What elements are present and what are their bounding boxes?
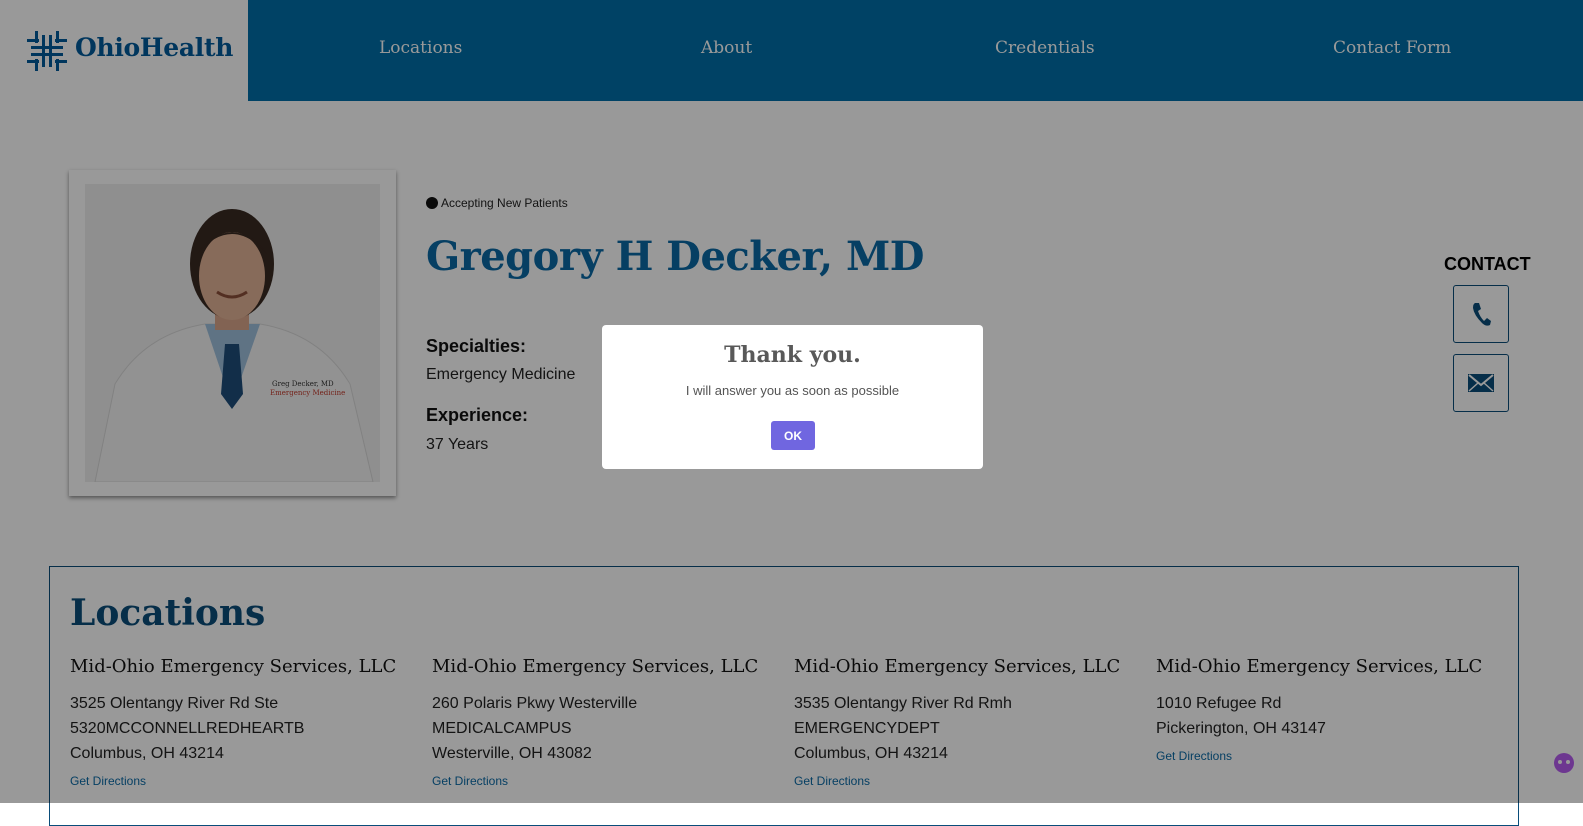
dialog-title: Thank you. [724, 342, 861, 368]
ok-button[interactable]: OK [771, 421, 815, 450]
dialog-message: I will answer you as soon as possible [685, 383, 900, 398]
thank-you-dialog: Thank you. I will answer you as soon as … [602, 325, 983, 469]
